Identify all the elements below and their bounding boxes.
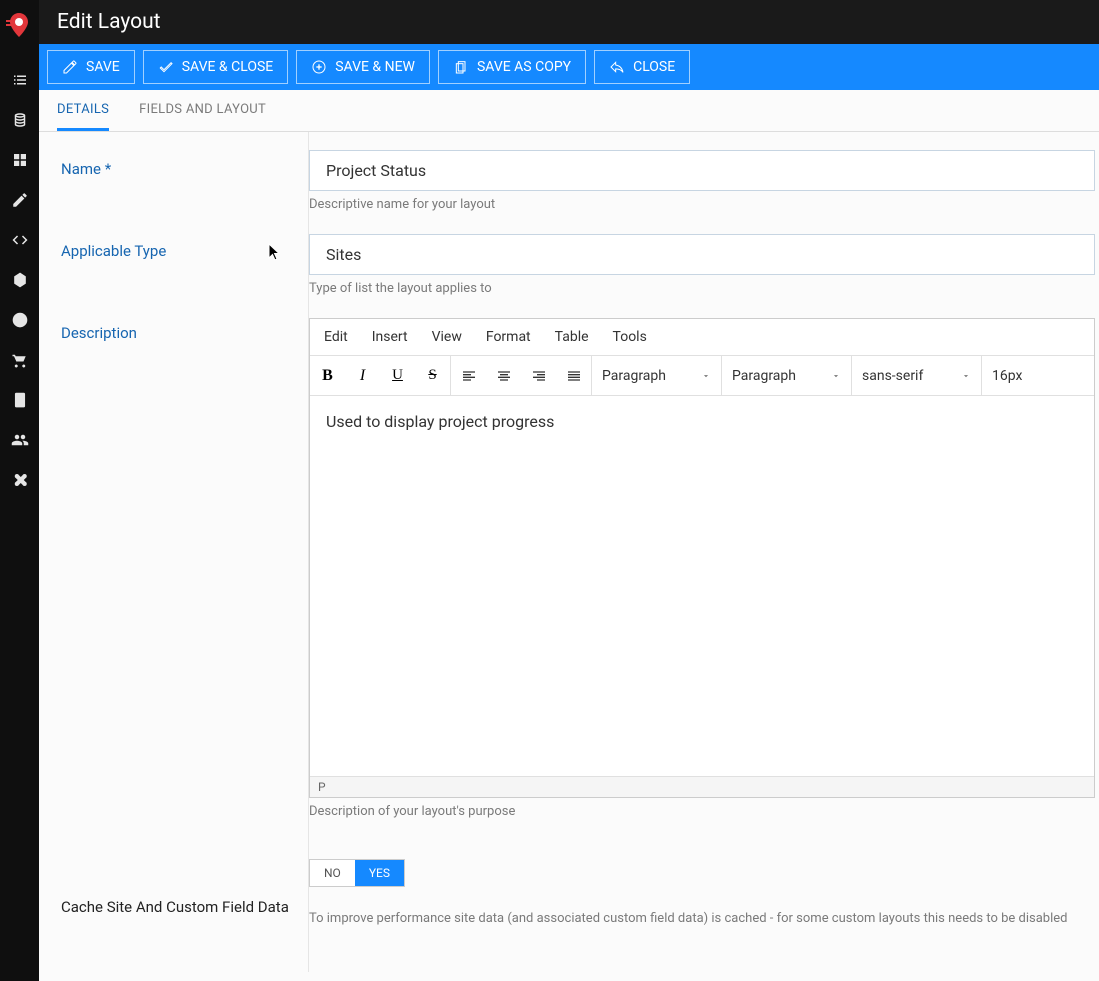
name-input[interactable] xyxy=(309,150,1095,191)
sidebar-item-cart[interactable] xyxy=(5,345,35,375)
block-format-select-2[interactable]: Paragraph xyxy=(722,356,852,395)
page-title: Edit Layout xyxy=(57,10,161,34)
cache-no[interactable]: NO xyxy=(310,860,355,886)
sidebar-item-joomla[interactable] xyxy=(5,465,35,495)
plus-circle-icon xyxy=(311,59,327,75)
tabs: DETAILS FIELDS AND LAYOUT xyxy=(39,90,1099,132)
content-area: DETAILS FIELDS AND LAYOUT Name * Applica… xyxy=(39,90,1099,981)
name-label: Name * xyxy=(61,150,298,178)
type-hint: Type of list the layout applies to xyxy=(309,281,1099,296)
sidebar-item-users[interactable] xyxy=(5,425,35,455)
sidebar-item-edit[interactable] xyxy=(5,185,35,215)
save-copy-button[interactable]: SAVE AS COPY xyxy=(438,50,586,84)
cache-toggle: NO YES xyxy=(309,859,405,887)
sidebar-item-settings[interactable] xyxy=(5,265,35,295)
labels-column: Name * Applicable Type Description Cache… xyxy=(39,132,309,972)
sidebar-item-database[interactable] xyxy=(5,105,35,135)
copy-icon xyxy=(453,59,469,75)
page-header: Edit Layout xyxy=(39,0,1099,44)
font-family-select[interactable]: sans-serif xyxy=(852,356,982,395)
align-justify-button[interactable] xyxy=(556,356,591,395)
menu-tools[interactable]: Tools xyxy=(613,329,647,345)
chevron-down-icon xyxy=(831,371,841,381)
align-left-button[interactable] xyxy=(451,356,486,395)
close-button[interactable]: CLOSE xyxy=(594,50,690,84)
menu-table[interactable]: Table xyxy=(555,329,589,345)
main-sidebar xyxy=(0,0,39,981)
tab-fields-layout[interactable]: FIELDS AND LAYOUT xyxy=(139,90,266,131)
block-format-select-1[interactable]: Paragraph xyxy=(592,356,722,395)
pencil-icon xyxy=(62,59,78,75)
italic-button[interactable]: I xyxy=(345,356,380,395)
align-center-button[interactable] xyxy=(486,356,521,395)
check-icon xyxy=(158,59,174,75)
menu-insert[interactable]: Insert xyxy=(372,329,408,345)
description-hint: Description of your layout's purpose xyxy=(309,804,1099,819)
type-label: Applicable Type xyxy=(61,232,298,260)
editor-menubar: Edit Insert View Format Table Tools xyxy=(310,319,1094,356)
cache-hint: To improve performance site data (and as… xyxy=(309,911,1099,926)
chevron-down-icon xyxy=(701,371,711,381)
cache-label: Cache Site And Custom Field Data xyxy=(61,888,298,916)
type-input[interactable] xyxy=(309,234,1095,275)
sidebar-item-document[interactable] xyxy=(5,385,35,415)
app-logo xyxy=(0,6,38,44)
cache-yes[interactable]: YES xyxy=(355,860,404,886)
font-size-select[interactable]: 16px xyxy=(982,356,1042,395)
editor-body[interactable]: Used to display project progress xyxy=(310,396,1094,776)
action-toolbar: SAVE SAVE & CLOSE SAVE & NEW SAVE AS COP… xyxy=(39,44,1099,90)
save-new-button[interactable]: SAVE & NEW xyxy=(296,50,430,84)
reply-icon xyxy=(609,59,625,75)
underline-button[interactable]: U xyxy=(380,356,415,395)
tab-details[interactable]: DETAILS xyxy=(57,90,109,131)
menu-view[interactable]: View xyxy=(432,329,462,345)
save-button[interactable]: SAVE xyxy=(47,50,135,84)
align-right-button[interactable] xyxy=(521,356,556,395)
menu-edit[interactable]: Edit xyxy=(324,329,348,345)
description-label: Description xyxy=(61,314,298,342)
editor-status-path: P xyxy=(310,776,1094,797)
description-editor: Edit Insert View Format Table Tools B I … xyxy=(309,318,1095,798)
sidebar-item-code[interactable] xyxy=(5,225,35,255)
sidebar-item-list[interactable] xyxy=(5,65,35,95)
sidebar-item-grid[interactable] xyxy=(5,145,35,175)
menu-format[interactable]: Format xyxy=(486,329,531,345)
bold-button[interactable]: B xyxy=(310,356,345,395)
fields-column: Descriptive name for your layout Type of… xyxy=(309,132,1099,972)
name-hint: Descriptive name for your layout xyxy=(309,197,1099,212)
strike-button[interactable]: S xyxy=(415,356,450,395)
save-close-button[interactable]: SAVE & CLOSE xyxy=(143,50,289,84)
chevron-down-icon xyxy=(961,371,971,381)
sidebar-item-support[interactable] xyxy=(5,305,35,335)
form: Name * Applicable Type Description Cache… xyxy=(39,132,1099,972)
editor-toolbar: B I U S Paragraph xyxy=(310,356,1094,396)
